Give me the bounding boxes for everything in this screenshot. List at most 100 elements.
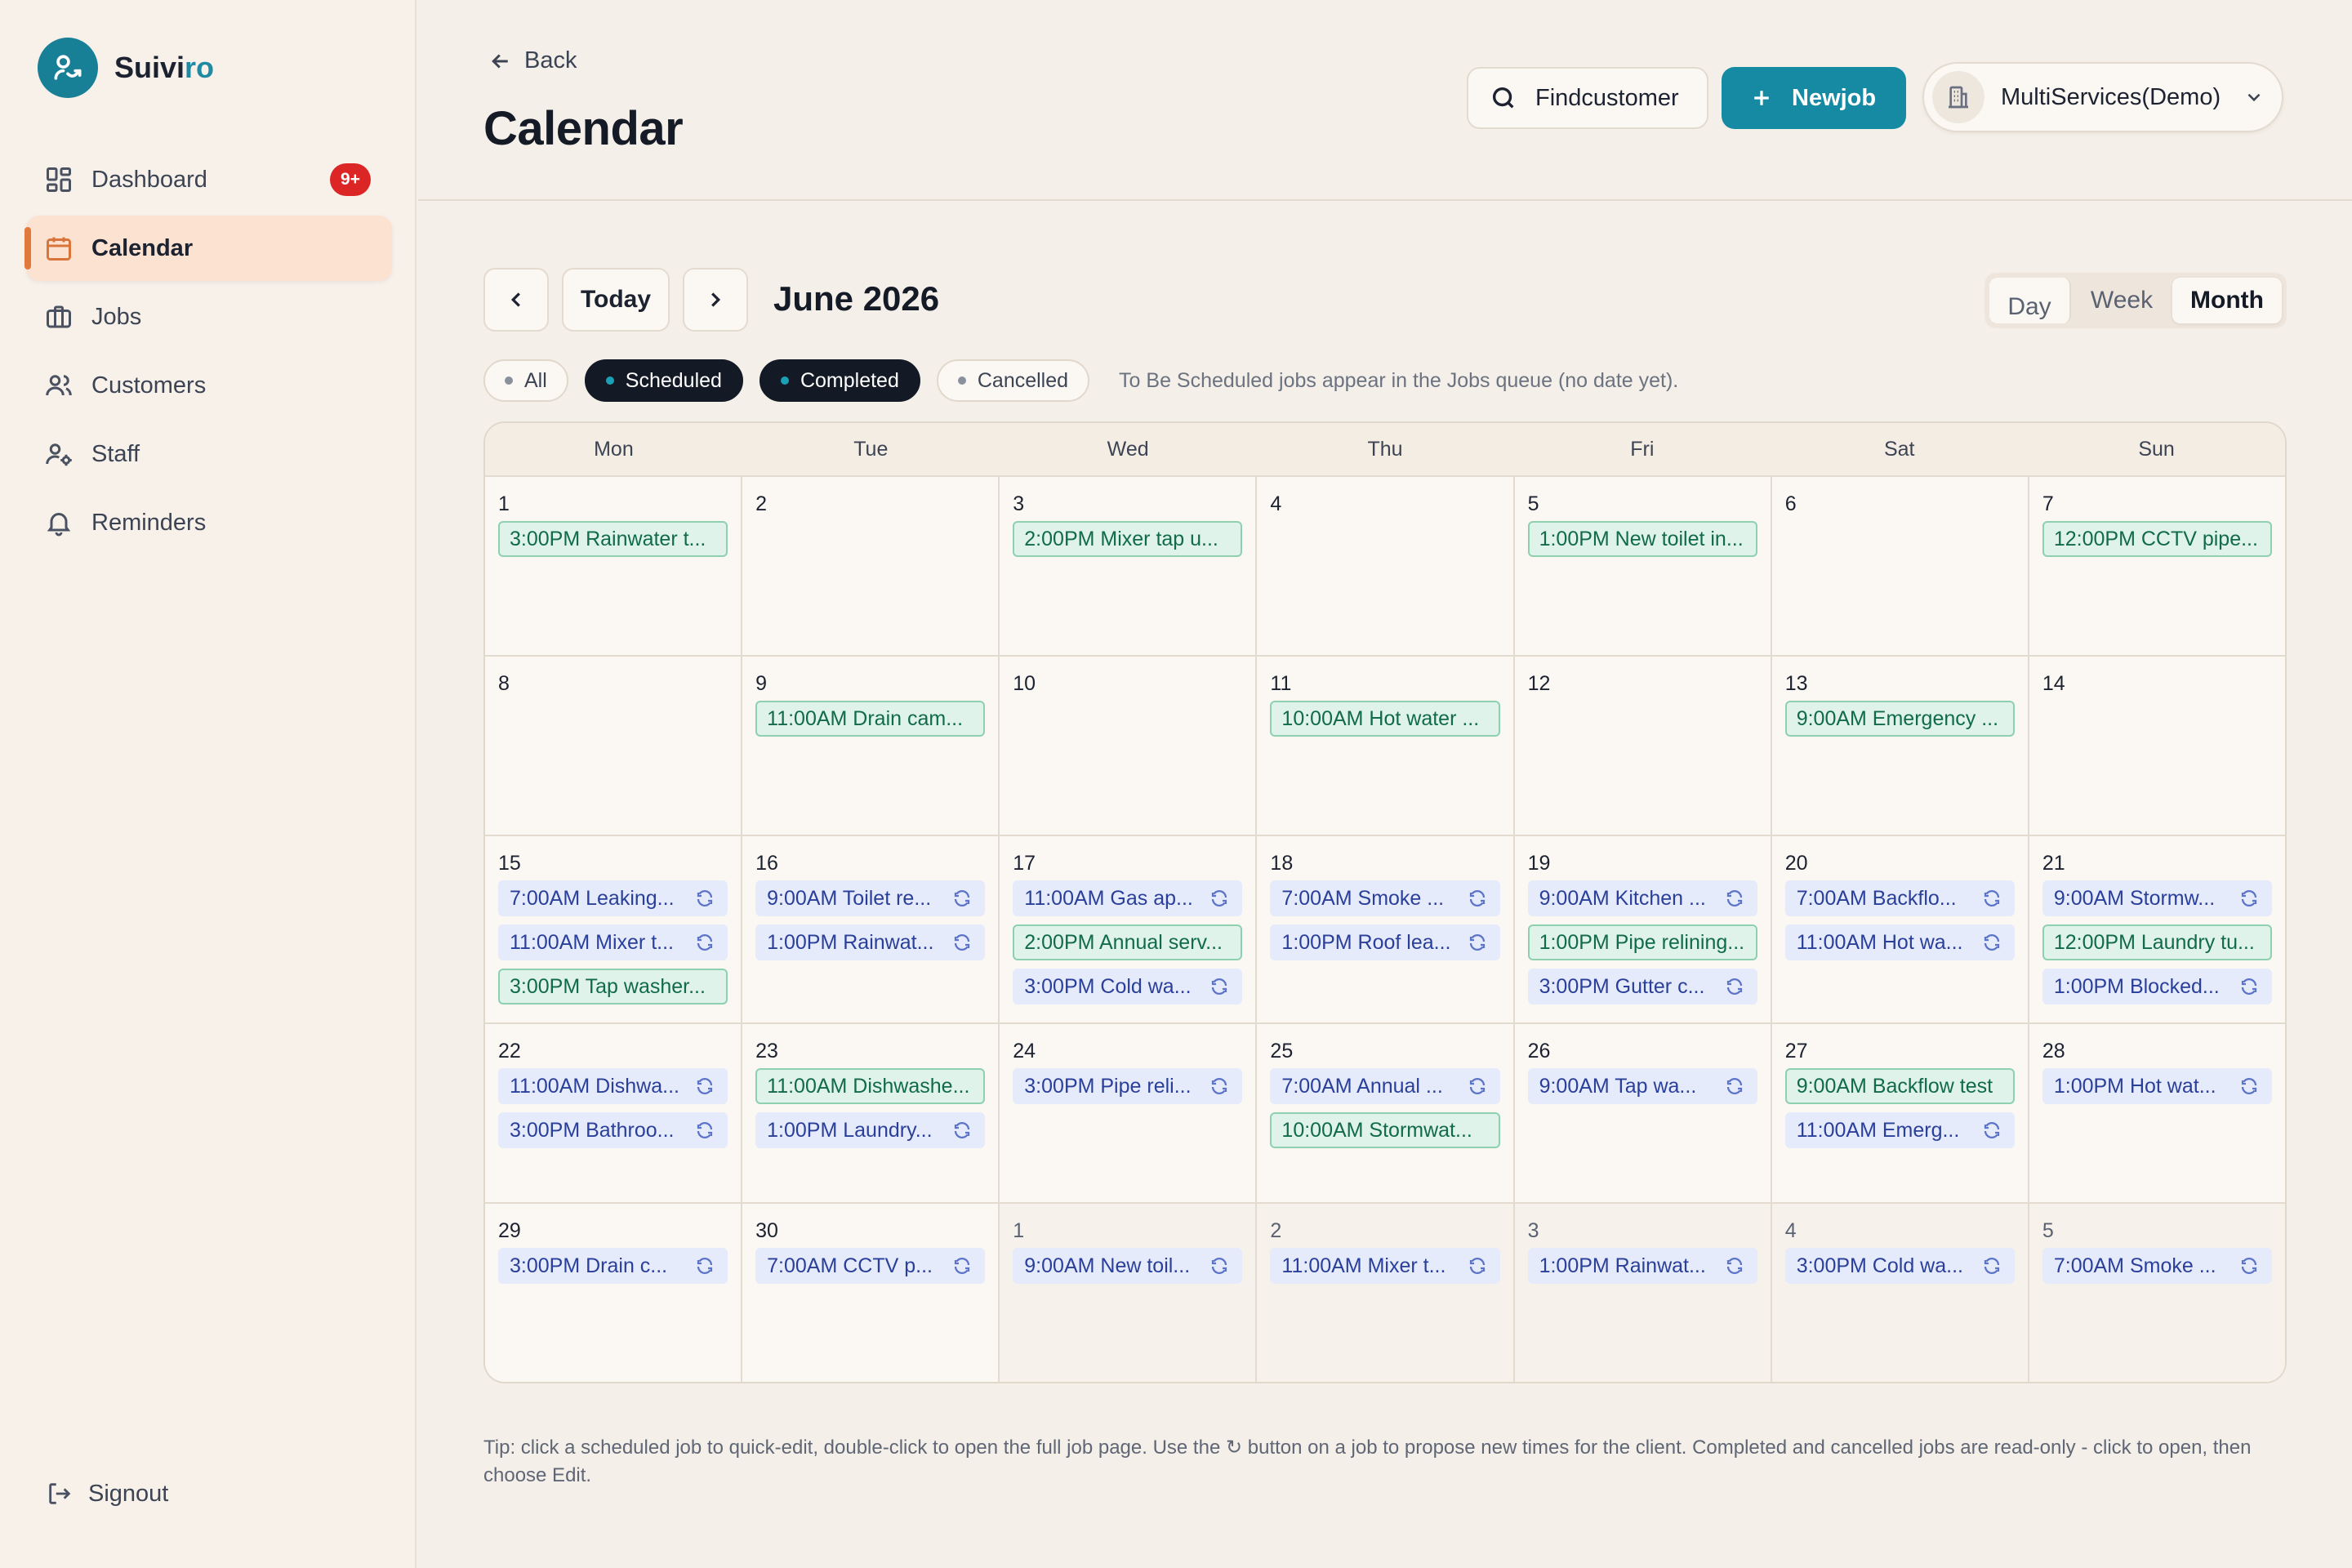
scheduled-job-event[interactable]: 11:00AM Gas ap...	[1013, 880, 1243, 916]
scheduled-job-event[interactable]: 7:00AM Smoke ...	[1270, 880, 1500, 916]
reschedule-icon[interactable]	[1208, 975, 1231, 998]
day-cell[interactable]: 7 12:00PM CCTV pipe...	[2029, 477, 2285, 655]
completed-job-event[interactable]: 3:00PM Rainwater t...	[498, 521, 728, 557]
day-cell[interactable]: 14	[2029, 657, 2285, 835]
day-cell[interactable]: 19 9:00AM Kitchen ... 1:00PM Pipe relining…	[1514, 836, 1772, 1022]
completed-job-event[interactable]: 2:00PM Mixer tap u...	[1013, 521, 1243, 557]
completed-job-event[interactable]: 10:00AM Hot water ...	[1270, 701, 1500, 737]
day-cell[interactable]: 5 7:00AM Smoke ...	[2029, 1204, 2285, 1382]
scheduled-job-event[interactable]: 3:00PM Pipe reli...	[1013, 1068, 1243, 1104]
day-cell[interactable]: 21 9:00AM Stormw... 12:00PM Laundry tu... 1…	[2029, 836, 2285, 1022]
filter-cancelled-chip[interactable]: Cancelled	[936, 359, 1090, 402]
day-cell[interactable]: 8	[485, 657, 743, 835]
completed-job-event[interactable]: 12:00PM CCTV pipe...	[2042, 521, 2272, 557]
day-cell[interactable]: 2	[742, 477, 1000, 655]
scheduled-job-event[interactable]: 11:00AM Dishwa...	[498, 1068, 728, 1104]
reschedule-icon[interactable]	[1723, 1075, 1746, 1098]
reschedule-icon[interactable]	[1980, 887, 2003, 910]
filter-completed-chip[interactable]: Completed	[759, 359, 920, 402]
reschedule-icon[interactable]	[693, 1075, 716, 1098]
filter-scheduled-chip[interactable]: Scheduled	[584, 359, 743, 402]
reschedule-icon[interactable]	[2238, 1254, 2261, 1277]
scheduled-job-event[interactable]: 3:00PM Cold wa...	[1784, 1248, 2015, 1284]
reschedule-icon[interactable]	[1723, 975, 1746, 998]
completed-job-event[interactable]: 9:00AM Emergency ...	[1784, 701, 2015, 737]
reschedule-icon[interactable]	[1466, 887, 1489, 910]
completed-job-event[interactable]: 11:00AM Drain cam...	[755, 701, 986, 737]
day-cell[interactable]: 17 11:00AM Gas ap... 2:00PM Annual serv...…	[1000, 836, 1258, 1022]
view-week-button[interactable]: Week	[2074, 278, 2169, 323]
day-cell[interactable]: 30 7:00AM CCTV p...	[742, 1204, 1000, 1382]
scheduled-job-event[interactable]: 9:00AM Tap wa...	[1527, 1068, 1757, 1104]
reschedule-icon[interactable]	[1466, 1254, 1489, 1277]
reschedule-icon[interactable]	[693, 931, 716, 954]
scheduled-job-event[interactable]: 1:00PM Rainwat...	[755, 924, 986, 960]
reschedule-icon[interactable]	[951, 1254, 973, 1277]
scheduled-job-event[interactable]: 1:00PM Roof lea...	[1270, 924, 1500, 960]
day-cell[interactable]: 10	[1000, 657, 1258, 835]
day-cell[interactable]: 4	[1257, 477, 1515, 655]
sidebar-item-staff[interactable]: Staff	[26, 421, 392, 487]
scheduled-job-event[interactable]: 11:00AM Mixer t...	[1270, 1248, 1500, 1284]
organization-selector[interactable]: MultiServices(Demo)	[1922, 62, 2283, 132]
sidebar-item-calendar[interactable]: Calendar	[24, 216, 392, 281]
day-cell[interactable]: 9 11:00AM Drain cam...	[742, 657, 1000, 835]
completed-job-event[interactable]: 3:00PM Tap washer...	[498, 969, 728, 1004]
day-cell[interactable]: 16 9:00AM Toilet re... 1:00PM Rainwat...	[742, 836, 1000, 1022]
reschedule-icon[interactable]	[1208, 887, 1231, 910]
day-cell[interactable]: 4 3:00PM Cold wa...	[1771, 1204, 2029, 1382]
scheduled-job-event[interactable]: 3:00PM Bathroo...	[498, 1112, 728, 1148]
reschedule-icon[interactable]	[1466, 931, 1489, 954]
scheduled-job-event[interactable]: 11:00AM Emerg...	[1784, 1112, 2015, 1148]
find-customer-button[interactable]: Findcustomer	[1467, 67, 1708, 129]
reschedule-icon[interactable]	[951, 1119, 973, 1142]
day-cell[interactable]: 5 1:00PM New toilet in...	[1514, 477, 1772, 655]
day-cell[interactable]: 15 7:00AM Leaking... 11:00AM Mixer t... 3:0…	[485, 836, 743, 1022]
scheduled-job-event[interactable]: 7:00AM Backflo...	[1784, 880, 2015, 916]
day-cell[interactable]: 20 7:00AM Backflo... 11:00AM Hot wa...	[1771, 836, 2029, 1022]
sidebar-item-jobs[interactable]: Jobs	[26, 284, 392, 350]
day-cell[interactable]: 13 9:00AM Emergency ...	[1771, 657, 2029, 835]
reschedule-icon[interactable]	[2238, 1075, 2261, 1098]
reschedule-icon[interactable]	[693, 1254, 716, 1277]
reschedule-icon[interactable]	[1466, 1075, 1489, 1098]
completed-job-event[interactable]: 1:00PM New toilet in...	[1527, 521, 1757, 557]
day-cell[interactable]: 18 7:00AM Smoke ... 1:00PM Roof lea...	[1257, 836, 1515, 1022]
scheduled-job-event[interactable]: 7:00AM Smoke ...	[2042, 1248, 2272, 1284]
previous-month-button[interactable]	[483, 268, 549, 332]
reschedule-icon[interactable]	[1208, 1075, 1231, 1098]
day-cell[interactable]: 3 2:00PM Mixer tap u...	[1000, 477, 1258, 655]
view-day-button[interactable]: Day	[1989, 278, 2071, 323]
day-cell[interactable]: 23 11:00AM Dishwashe... 1:00PM Laundry...	[742, 1024, 1000, 1202]
reschedule-icon[interactable]	[693, 887, 716, 910]
scheduled-job-event[interactable]: 9:00AM Stormw...	[2042, 880, 2272, 916]
scheduled-job-event[interactable]: 7:00AM Leaking...	[498, 880, 728, 916]
next-month-button[interactable]	[683, 268, 748, 332]
scheduled-job-event[interactable]: 9:00AM Kitchen ...	[1527, 880, 1757, 916]
reschedule-icon[interactable]	[1723, 1254, 1746, 1277]
reschedule-icon[interactable]	[1980, 1119, 2003, 1142]
reschedule-icon[interactable]	[693, 1119, 716, 1142]
scheduled-job-event[interactable]: 7:00AM CCTV p...	[755, 1248, 986, 1284]
scheduled-job-event[interactable]: 1:00PM Laundry...	[755, 1112, 986, 1148]
reschedule-icon[interactable]	[951, 931, 973, 954]
reschedule-icon[interactable]	[1980, 1254, 2003, 1277]
scheduled-job-event[interactable]: 11:00AM Hot wa...	[1784, 924, 2015, 960]
day-cell[interactable]: 26 9:00AM Tap wa...	[1514, 1024, 1772, 1202]
scheduled-job-event[interactable]: 9:00AM New toil...	[1013, 1248, 1243, 1284]
completed-job-event[interactable]: 1:00PM Pipe relining...	[1527, 924, 1757, 960]
reschedule-icon[interactable]	[951, 887, 973, 910]
day-cell[interactable]: 29 3:00PM Drain c...	[485, 1204, 743, 1382]
scheduled-job-event[interactable]: 9:00AM Toilet re...	[755, 880, 986, 916]
new-job-button[interactable]: Newjob	[1722, 67, 1906, 129]
day-cell[interactable]: 11 10:00AM Hot water ...	[1257, 657, 1515, 835]
scheduled-job-event[interactable]: 1:00PM Blocked...	[2042, 969, 2272, 1004]
day-cell[interactable]: 2 11:00AM Mixer t...	[1257, 1204, 1515, 1382]
sidebar-item-reminders[interactable]: Reminders	[26, 490, 392, 555]
day-cell[interactable]: 12	[1514, 657, 1772, 835]
scheduled-job-event[interactable]: 3:00PM Cold wa...	[1013, 969, 1243, 1004]
filter-all-chip[interactable]: All	[483, 359, 568, 402]
reschedule-icon[interactable]	[1723, 887, 1746, 910]
completed-job-event[interactable]: 9:00AM Backflow test	[1784, 1068, 2015, 1104]
back-link[interactable]: Back	[488, 47, 577, 74]
